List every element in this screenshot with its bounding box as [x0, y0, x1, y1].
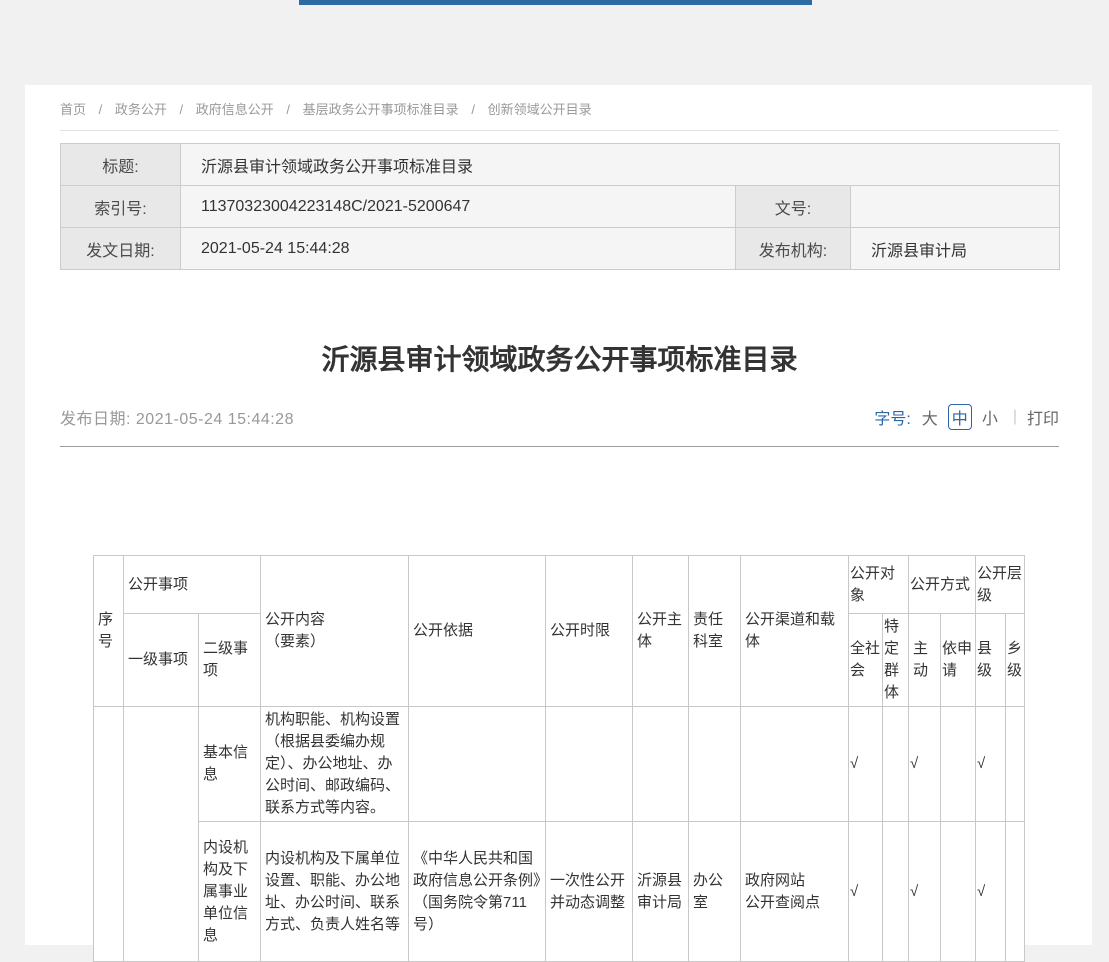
cell-check-xiangji	[1006, 822, 1025, 962]
breadcrumb-item-chuangxin[interactable]: 创新领域公开目录	[488, 102, 592, 117]
table-row: 基本信息 机构职能、机构设置（根据县委编办规定）、办公地址、办公时间、邮政编码、…	[94, 707, 1025, 822]
breadcrumb-separator: /	[286, 102, 290, 117]
header-xuhao: 序号	[94, 556, 124, 707]
breadcrumb-item-zhengwu[interactable]: 政务公开	[115, 102, 167, 117]
top-nav-bar-fragment	[299, 0, 812, 5]
meta-row-date: 发文日期: 2021-05-24 15:44:28 发布机构: 沂源县审计局	[61, 228, 1060, 270]
header-qudao: 公开渠道和载体	[741, 556, 849, 707]
cell-check-yishenqing	[941, 822, 976, 962]
font-size-control: 字号: 大 中 小 | 打印	[874, 404, 1059, 430]
cell-check-teding	[883, 822, 909, 962]
breadcrumb-item-home[interactable]: 首页	[60, 102, 86, 117]
header-yiju: 公开依据	[409, 556, 546, 707]
cell-erji: 内设机构及下属事业单位信息	[199, 822, 261, 962]
cell-check-xianji: √	[976, 707, 1006, 822]
header-shixiang: 公开事项	[124, 556, 261, 614]
header-zhuti: 公开主体	[633, 556, 689, 707]
font-size-large-button[interactable]: 大	[922, 405, 938, 429]
meta-row-title: 标题: 沂源县审计领域政务公开事项标准目录	[61, 144, 1060, 186]
header-shixian: 公开时限	[546, 556, 633, 707]
cell-check-zhudong: √	[909, 822, 941, 962]
cell-yiju	[409, 707, 546, 822]
cell-keshi: 办公室	[689, 822, 741, 962]
tools-divider: |	[1013, 408, 1017, 426]
catalog-header-row-1: 序号 公开事项 公开内容 （要素） 公开依据 公开时限 公开主体 责任科室 公开…	[94, 556, 1025, 614]
table-row: 内设机构及下属事业单位信息 内设机构及下属单位设置、职能、办公地址、办公时间、联…	[94, 822, 1025, 962]
breadcrumb-separator: /	[471, 102, 475, 117]
publish-date: 发布日期: 2021-05-24 15:44:28	[60, 405, 294, 429]
header-yishenqing: 依申请	[941, 614, 976, 707]
meta-row-index: 索引号: 11370323004223148C/2021-5200647 文号:	[61, 186, 1060, 228]
cell-yiji	[124, 707, 199, 962]
header-zhudong: 主动	[909, 614, 941, 707]
breadcrumb-separator: /	[99, 102, 103, 117]
publish-date-value: 2021-05-24 15:44:28	[136, 411, 294, 428]
document-meta-table: 标题: 沂源县审计领域政务公开事项标准目录 索引号: 1137032300422…	[60, 143, 1060, 270]
header-keshi: 责任科室	[689, 556, 741, 707]
cell-zhuti	[633, 707, 689, 822]
font-size-label: 字号:	[874, 405, 910, 429]
publish-info-bar: 发布日期: 2021-05-24 15:44:28 字号: 大 中 小 | 打印	[60, 404, 1059, 447]
header-yiji: 一级事项	[124, 614, 199, 707]
meta-label-org: 发布机构:	[736, 228, 851, 270]
header-erji: 二级事项	[199, 614, 261, 707]
publish-date-label: 发布日期:	[60, 411, 131, 428]
header-xianji: 县级	[976, 614, 1006, 707]
meta-label-title: 标题:	[61, 144, 181, 186]
meta-value-index: 11370323004223148C/2021-5200647	[181, 186, 736, 228]
header-quanshehui: 全社会	[849, 614, 883, 707]
header-cengji: 公开层级	[976, 556, 1025, 614]
content-card: 首页 / 政务公开 / 政府信息公开 / 基层政务公开事项标准目录 / 创新领域…	[25, 85, 1092, 945]
meta-value-date: 2021-05-24 15:44:28	[181, 228, 736, 270]
cell-qudao: 政府网站 公开查阅点	[741, 822, 849, 962]
header-fangshi: 公开方式	[909, 556, 976, 614]
cell-zhuti: 沂源县审计局	[633, 822, 689, 962]
font-size-medium-button[interactable]: 中	[948, 404, 972, 430]
cell-check-teding	[883, 707, 909, 822]
meta-label-index: 索引号:	[61, 186, 181, 228]
page-title: 沂源县审计领域政务公开事项标准目录	[60, 342, 1059, 378]
catalog-table: 序号 公开事项 公开内容 （要素） 公开依据 公开时限 公开主体 责任科室 公开…	[93, 555, 1025, 962]
cell-check-zhudong: √	[909, 707, 941, 822]
cell-neirong: 内设机构及下属单位设置、职能、办公地址、办公时间、联系方式、负责人姓名等	[261, 822, 409, 962]
cell-keshi	[689, 707, 741, 822]
breadcrumb-item-jiceng[interactable]: 基层政务公开事项标准目录	[303, 102, 459, 117]
print-button[interactable]: 打印	[1027, 405, 1059, 429]
font-size-small-button[interactable]: 小	[982, 405, 998, 429]
meta-label-date: 发文日期:	[61, 228, 181, 270]
cell-shixian: 一次性公开并动态调整	[546, 822, 633, 962]
breadcrumb-item-xinxi[interactable]: 政府信息公开	[196, 102, 274, 117]
cell-erji: 基本信息	[199, 707, 261, 822]
header-neirong: 公开内容 （要素）	[261, 556, 409, 707]
meta-value-title: 沂源县审计领域政务公开事项标准目录	[181, 144, 1060, 186]
breadcrumb-separator: /	[180, 102, 184, 117]
breadcrumb-divider	[60, 130, 1059, 131]
cell-check-yishenqing	[941, 707, 976, 822]
meta-label-docno: 文号:	[736, 186, 851, 228]
header-duixiang: 公开对象	[849, 556, 909, 614]
meta-value-org: 沂源县审计局	[851, 228, 1060, 270]
header-xiangji: 乡级	[1006, 614, 1025, 707]
header-teding: 特定群体	[883, 614, 909, 707]
cell-qudao	[741, 707, 849, 822]
cell-xuhao	[94, 707, 124, 962]
cell-check-quanshehui: √	[849, 707, 883, 822]
cell-shixian	[546, 707, 633, 822]
meta-value-docno	[851, 186, 1060, 228]
cell-neirong: 机构职能、机构设置（根据县委编办规定）、办公地址、办公时间、邮政编码、联系方式等…	[261, 707, 409, 822]
breadcrumb: 首页 / 政务公开 / 政府信息公开 / 基层政务公开事项标准目录 / 创新领域…	[60, 85, 1059, 117]
cell-check-xiangji	[1006, 707, 1025, 822]
cell-yiju: 《中华人民共和国政府信息公开条例》（国务院令第711号）	[409, 822, 546, 962]
cell-check-quanshehui: √	[849, 822, 883, 962]
cell-check-xianji: √	[976, 822, 1006, 962]
